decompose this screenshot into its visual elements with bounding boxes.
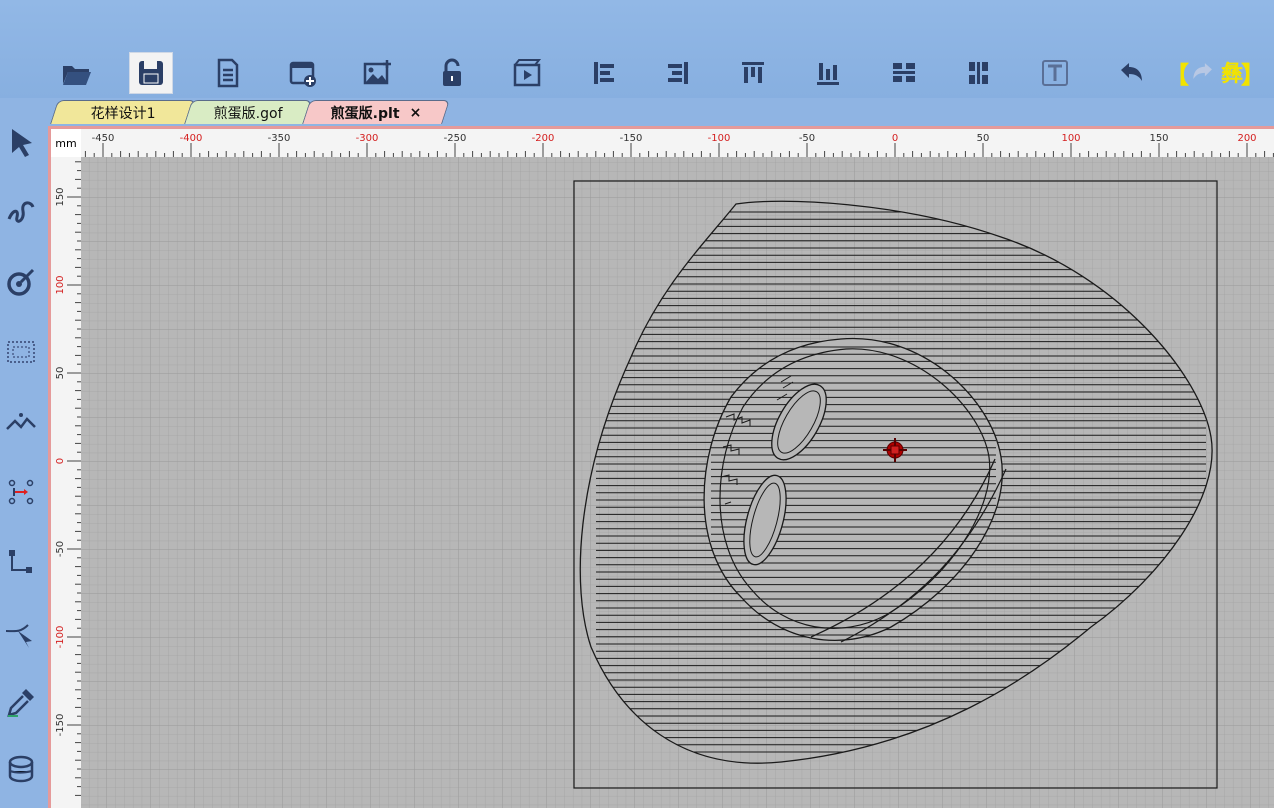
new-window-icon [289,61,316,87]
unlock-button[interactable] [430,52,474,94]
eyedropper-tool-button[interactable] [2,680,40,724]
ruler-left-label: 150 [55,187,66,206]
ruler-top-label: -400 [180,133,203,144]
text-icon [1042,60,1068,86]
close-icon[interactable]: × [409,105,421,121]
unlock-icon [443,58,461,86]
ruler-left-label: 0 [55,458,66,464]
redo-icon [1193,63,1212,80]
align-left-button[interactable] [582,52,626,94]
folder-open-icon [63,66,91,85]
cut-tool-button[interactable] [2,612,40,656]
transform-points-tool-button[interactable] [2,470,40,514]
tab-label: 煎蛋版.plt [330,105,400,122]
insert-image-button[interactable] [355,52,399,94]
align-bottom-icon [817,63,839,85]
document-list-icon [217,58,239,88]
ruler-top-label: 50 [977,133,990,144]
tab-label: 煎蛋版.gof [213,105,283,122]
freehand-curve-icon [7,201,35,223]
tab-label: 花样设计1 [90,105,156,122]
ruler-unit: mm [51,129,82,158]
ruler-top-label: -300 [356,133,379,144]
select-arrow-icon [12,129,32,157]
clapper-play-button[interactable] [505,52,549,94]
distribute-horizontal-icon [893,63,915,82]
text-button[interactable] [1033,52,1077,94]
new-window-button[interactable] [281,52,325,94]
ruler-top-label: -100 [708,133,731,144]
polyline-tool-button[interactable] [2,400,40,444]
ruler-top-label: -450 [92,133,115,144]
select-tool-button[interactable] [2,120,40,164]
ruler-top-label: -350 [268,133,291,144]
rectangle-tool-button[interactable] [2,330,40,374]
tab-bar: 花样设计1 煎蛋版.gof 煎蛋版.plt × [44,98,1274,126]
ruler-top-label: 100 [1061,133,1080,144]
distribute-horizontal-button[interactable] [882,52,926,94]
distribute-vertical-button[interactable] [957,52,1001,94]
node-edit-icon [7,268,35,296]
mid-glyph: 彝 [1221,62,1243,87]
undo-icon [1121,63,1142,81]
ruler-left-label: 100 [55,275,66,294]
tab-plt[interactable]: 煎蛋版.plt × [302,100,450,124]
ruler-left-label: -150 [55,714,66,737]
tab-design[interactable]: 花样设计1 [50,100,196,124]
ruler-left[interactable]: 150 100 50 0 -50 -100 -150 [51,157,81,808]
save-button[interactable] [129,52,173,94]
open-button[interactable] [54,52,98,94]
ruler-left-label: -50 [55,541,66,557]
align-top-icon [742,62,764,83]
fill-tool-button[interactable] [2,748,40,792]
ruler-top-label: -50 [799,133,815,144]
align-left-icon [594,62,614,84]
align-right-icon [668,62,688,84]
connect-nodes-tool-button[interactable] [2,540,40,584]
fill-bucket-icon [8,755,34,783]
cut-icon [5,624,32,648]
ruler-top-label: -200 [532,133,555,144]
align-top-button[interactable] [731,52,775,94]
connect-nodes-icon [9,550,32,573]
undo-button[interactable] [1108,52,1152,94]
drawing-canvas[interactable] [81,157,1274,808]
ruler-left-label: 50 [55,367,66,380]
distribute-vertical-icon [969,62,988,84]
insert-image-icon [363,60,391,85]
document-list-button[interactable] [205,52,249,94]
polyline-icon [6,413,36,430]
dotted-rectangle-icon [7,341,35,363]
curve-tool-button[interactable] [2,188,40,232]
save-icon [139,61,163,85]
ruler-top-label: 200 [1237,133,1256,144]
clapper-play-icon [513,59,542,87]
tool-sidebar [0,98,44,808]
align-bottom-button[interactable] [806,52,850,94]
eyedropper-icon [7,689,34,717]
align-right-button[interactable] [656,52,700,94]
ruler-left-label: -100 [55,626,66,649]
toolbar: 【 彝 】 [0,0,1274,98]
tab-gof[interactable]: 煎蛋版.gof [184,100,312,124]
ruler-top-label: -150 [620,133,643,144]
bracket-left: 【 [1165,60,1189,89]
ruler-top-label: -250 [444,133,467,144]
ruler-top-label: 150 [1149,133,1168,144]
ruler-top-label: 0 [892,133,898,144]
ruler-top[interactable]: -450 -400 -350 -300 -250 -200 -150 -100 -50 0 50 10… [81,129,1274,157]
bracket-right: 】 [1241,60,1265,89]
node-edit-tool-button[interactable] [2,260,40,304]
transform-points-icon [8,479,34,505]
redo-group[interactable]: 【 彝 】 [1165,56,1265,89]
